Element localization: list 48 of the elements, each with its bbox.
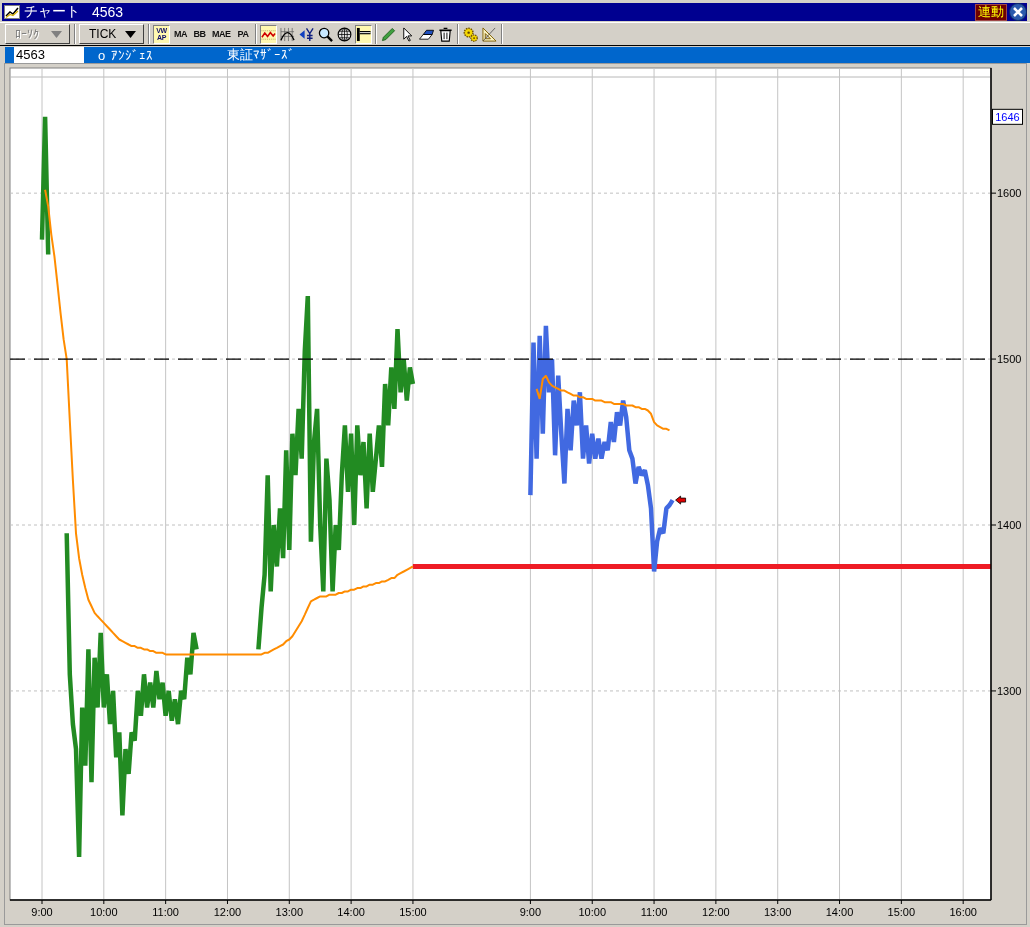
gears-icon bbox=[462, 26, 478, 42]
dropdown-button[interactable]: TICK bbox=[79, 24, 144, 44]
x-axis-label: 14:00 bbox=[825, 906, 854, 918]
x-axis-label: 10:00 bbox=[578, 906, 606, 918]
sync-button[interactable]: 連動 bbox=[975, 3, 1007, 21]
left-arrow-icon bbox=[675, 495, 686, 505]
globe-icon bbox=[336, 26, 352, 42]
indicator-button[interactable]: MAE bbox=[210, 24, 233, 44]
x-axis-label: 15:00 bbox=[399, 906, 427, 918]
indicator-button[interactable]: BB bbox=[191, 24, 208, 44]
x-axis-label: 13:00 bbox=[275, 906, 304, 918]
y-axis-label: 1300 bbox=[997, 684, 1022, 697]
x-axis-label: 14:00 bbox=[337, 906, 365, 918]
x-axis-label: 9:00 bbox=[31, 906, 53, 918]
yen-arrow-icon bbox=[298, 26, 314, 42]
status-mark: o bbox=[98, 47, 106, 63]
x-axis-label: 12:00 bbox=[213, 906, 242, 918]
y-axis-label: 1600 bbox=[997, 187, 1022, 200]
close-button[interactable] bbox=[1009, 3, 1027, 21]
chart-app-icon bbox=[4, 4, 20, 20]
company-name: ｱﾝｼﾞｪｽ bbox=[111, 47, 154, 63]
x-axis-label: 11:00 bbox=[152, 906, 179, 918]
y-axis-label: 1400 bbox=[997, 519, 1022, 531]
chart-tool-button[interactable] bbox=[354, 24, 372, 44]
x-axis-label: 9:00 bbox=[519, 906, 542, 918]
chart-tool-button[interactable] bbox=[335, 24, 353, 44]
x-axis-label: 10:00 bbox=[90, 906, 118, 918]
triangle-ruler-icon bbox=[481, 26, 497, 42]
x-axis-label: 13:00 bbox=[763, 906, 792, 918]
y-axis-label: 1500 bbox=[997, 353, 1022, 366]
magnifier-icon bbox=[317, 26, 333, 42]
pencil-icon bbox=[380, 26, 396, 42]
x-axis-label: 15:00 bbox=[887, 906, 916, 918]
price-tag: 1646 bbox=[992, 108, 1023, 125]
x-axis-label: 11:00 bbox=[640, 906, 668, 918]
trash-icon bbox=[437, 26, 453, 42]
indicator-button[interactable]: PA bbox=[234, 24, 252, 44]
x-axis-label: 16:00 bbox=[949, 906, 977, 918]
caret-icon bbox=[125, 30, 136, 38]
indicator-button[interactable]: MA bbox=[172, 24, 189, 44]
window-code: 4563 bbox=[92, 4, 124, 20]
columns-icon bbox=[355, 26, 371, 42]
x-axis-label: 12:00 bbox=[702, 906, 730, 918]
market-name: 東証ﾏｻﾞｰｽﾞ bbox=[227, 46, 296, 64]
grid-chart-icon bbox=[279, 26, 295, 42]
window-title: チャート bbox=[24, 3, 80, 21]
caret-icon bbox=[51, 30, 62, 38]
symbol-field[interactable]: 4563 bbox=[14, 47, 84, 63]
